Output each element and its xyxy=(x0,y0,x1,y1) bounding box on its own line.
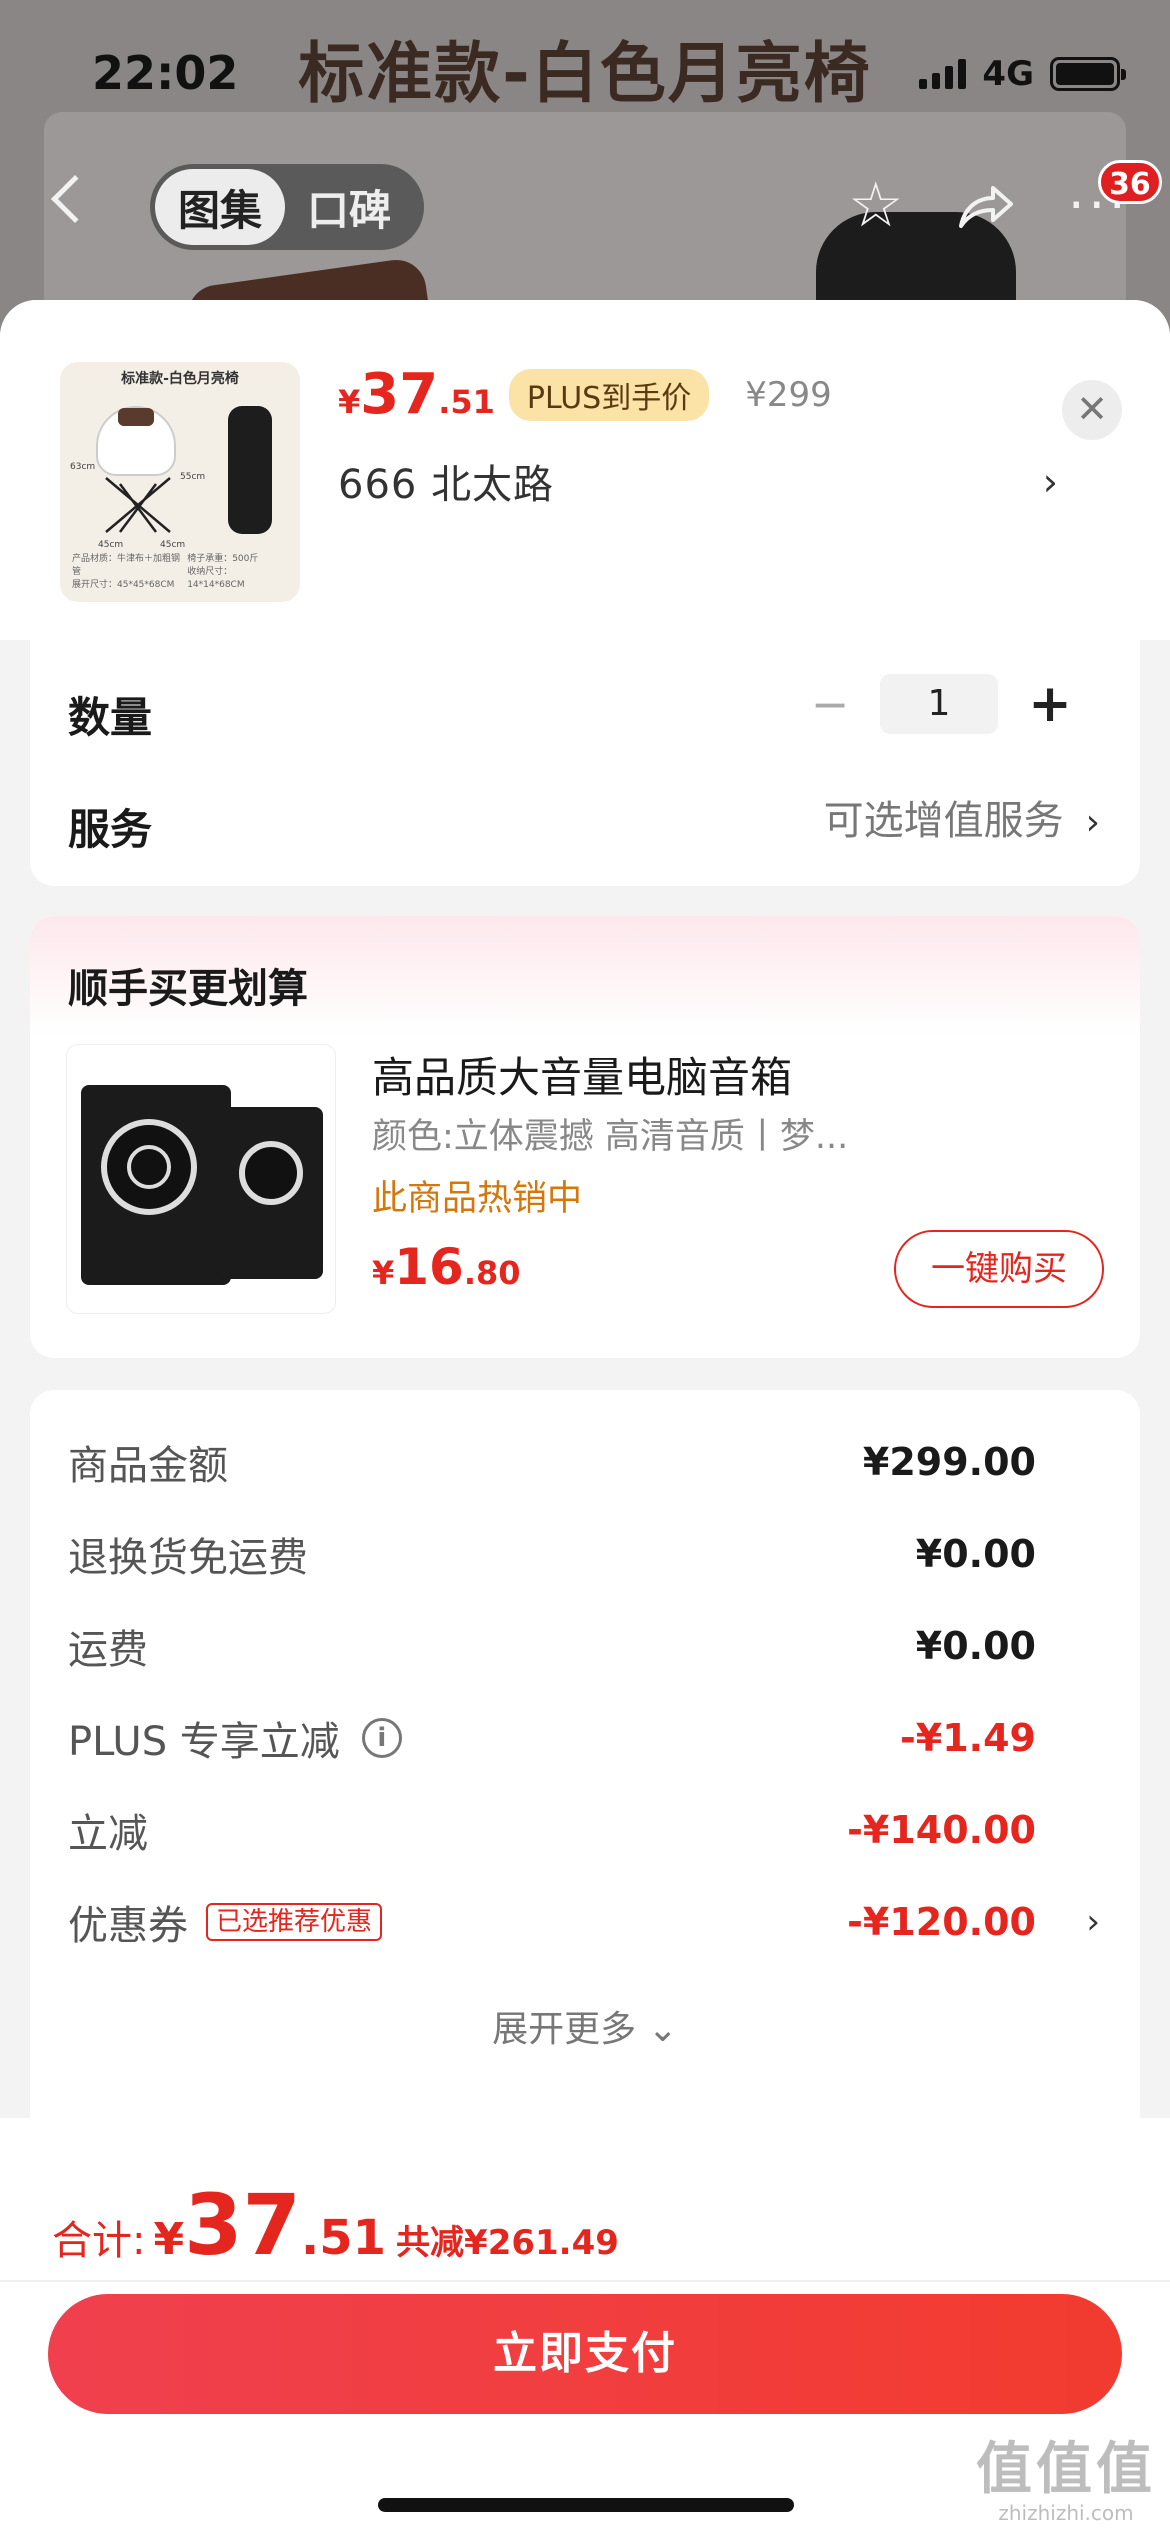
status-bar: 22:02 4G xyxy=(0,40,1170,110)
background-product-page: 标准款-白色月亮椅 22:02 4G 图集 口碑 ☆ ··· 36 xyxy=(0,0,1170,340)
summary-row: 商品金额 ¥299.00 xyxy=(68,1432,1100,1492)
summary-label: 商品金额 xyxy=(68,1443,228,1489)
summary-value: -¥140.00 xyxy=(847,1808,1036,1852)
summary-value: -¥120.00 xyxy=(847,1900,1036,1944)
one-click-buy-button[interactable]: 一键购买 xyxy=(894,1230,1104,1308)
dim-height-a: 63cm xyxy=(70,462,96,472)
chair-legs-image xyxy=(105,477,171,533)
expand-more-label: 展开更多 xyxy=(492,2009,637,2050)
specs-left: 产品材质：牛津布＋加粗钢管 展开尺寸：45*45*68CM xyxy=(72,554,181,590)
summary-row: 立减 -¥140.00 xyxy=(68,1800,1100,1860)
coupon-selected-tag: 已选推荐优惠 xyxy=(206,1903,383,1941)
summary-row: 退换货免运费 ¥0.00 xyxy=(68,1524,1100,1584)
product-price-row: ¥ 37 .51 PLUS到手价 ¥299 xyxy=(338,362,832,427)
thumbnail-title: 标准款-白色月亮椅 xyxy=(121,371,239,387)
recommended-product-name[interactable]: 高品质大音量电脑音箱 xyxy=(372,1044,792,1105)
message-count-badge: 36 xyxy=(1098,160,1162,204)
gallery-tab-switch: 图集 口碑 xyxy=(150,164,424,250)
summary-value: ¥299.00 xyxy=(862,1440,1036,1484)
service-label: 服务 xyxy=(68,805,153,854)
total-symbol: ¥ xyxy=(153,2214,185,2265)
original-price: ¥299 xyxy=(745,374,832,415)
chevron-right-icon: › xyxy=(1086,1902,1100,1942)
price-summary-card: 商品金额 ¥299.00 退换货免运费 ¥0.00 运费 ¥0.00 PLUS … xyxy=(30,1390,1140,2150)
product-thumbnail[interactable]: 标准款-白色月亮椅 63cm 55cm 45cm 45cm 产品材质：牛津布＋加… xyxy=(60,362,300,602)
summary-label: 优惠券 已选推荐优惠 xyxy=(68,1893,383,1951)
signal-icon xyxy=(919,59,967,89)
status-time: 22:02 xyxy=(92,46,239,100)
dim-width-a: 45cm xyxy=(98,540,124,550)
decrease-button[interactable]: − xyxy=(800,677,860,731)
expand-more-button[interactable]: 展开更多 ⌄ xyxy=(30,2000,1140,2052)
summary-row: PLUS 专享立减 i -¥1.49 xyxy=(68,1708,1100,1768)
chevron-right-icon[interactable]: › xyxy=(1043,460,1058,504)
recommended-product-price: ¥ 16 .80 xyxy=(372,1238,521,1296)
summary-label: 退换货免运费 xyxy=(68,1535,308,1581)
summary-label: PLUS 专享立减 i xyxy=(68,1709,402,1767)
storage-bag-thumb xyxy=(228,406,272,534)
quantity-input[interactable]: 1 xyxy=(880,674,998,734)
quantity-stepper: − 1 + xyxy=(800,674,1080,734)
quantity-label: 数量 xyxy=(68,693,153,742)
thumbnail-specs: 产品材质：牛津布＋加粗钢管 展开尺寸：45*45*68CM 椅子承重：500斤 … xyxy=(72,553,288,592)
watermark-url: zhizhizhi.com xyxy=(998,2501,1134,2525)
price-integer: 37 xyxy=(360,362,439,427)
price-decimal: .51 xyxy=(438,383,495,421)
rec-price-symbol: ¥ xyxy=(372,1254,395,1292)
service-selector[interactable]: 可选增值服务 › xyxy=(824,788,1100,846)
hot-selling-label: 此商品热销中 xyxy=(372,1179,583,1219)
plus-price-tag: PLUS到手价 xyxy=(508,368,710,421)
specs-right: 椅子承重：500斤 收纳尺寸：14*14*68CM xyxy=(187,554,259,590)
pay-now-button[interactable]: 立即支付 xyxy=(48,2294,1122,2414)
share-icon[interactable] xyxy=(955,182,1015,232)
divider xyxy=(0,2280,1170,2282)
price-symbol: ¥ xyxy=(338,383,361,421)
total-label: 合计: xyxy=(52,2218,146,2264)
favorite-star-icon[interactable]: ☆ xyxy=(848,174,904,236)
tab-reviews[interactable]: 口碑 xyxy=(285,169,413,245)
battery-icon xyxy=(1050,57,1126,91)
total-integer: 37 xyxy=(184,2176,302,2274)
summary-value: ¥0.00 xyxy=(915,1532,1036,1576)
product-nav-bar: 图集 口碑 ☆ ··· 36 xyxy=(0,160,1170,250)
summary-label: 运费 xyxy=(68,1627,148,1673)
dim-height-b: 55cm xyxy=(180,472,206,482)
product-header: 标准款-白色月亮椅 63cm 55cm 45cm 45cm 产品材质：牛津布＋加… xyxy=(0,300,1170,640)
site-watermark: 值值值 zhizhizhi.com xyxy=(976,2424,1156,2525)
increase-button[interactable]: + xyxy=(1020,674,1080,734)
speaker-product-image[interactable] xyxy=(66,1044,336,1314)
recommendation-title: 顺手买更划算 xyxy=(68,966,308,1012)
total-row: 合计: ¥ 37 .51 共减¥261.49 xyxy=(52,2176,619,2274)
recommended-product-attributes: 颜色:立体震撼 高清音质丨梦... xyxy=(372,1117,849,1157)
network-type: 4G xyxy=(982,54,1034,94)
watermark-logo: 值值值 xyxy=(976,2437,1156,2502)
summary-label: 立减 xyxy=(68,1811,148,1857)
tab-gallery[interactable]: 图集 xyxy=(155,169,285,245)
info-icon[interactable]: i xyxy=(361,1718,402,1758)
total-decimal: .51 xyxy=(301,2210,387,2266)
back-icon[interactable] xyxy=(50,174,100,224)
chevron-down-icon: ⌄ xyxy=(647,2009,678,2050)
summary-value: ¥0.00 xyxy=(915,1624,1036,1668)
chevron-right-icon: › xyxy=(1085,802,1100,843)
quantity-service-card: 数量 − 1 + 服务 可选增值服务 › xyxy=(30,640,1140,886)
home-indicator[interactable] xyxy=(378,2498,794,2512)
plus-discount-label: PLUS 专享立减 xyxy=(68,1719,340,1765)
close-button[interactable]: ✕ xyxy=(1062,380,1122,440)
service-value: 可选增值服务 xyxy=(823,798,1064,844)
coupon-row[interactable]: 优惠券 已选推荐优惠 -¥120.00 › xyxy=(68,1892,1100,1952)
rec-price-integer: 16 xyxy=(394,1238,464,1296)
rec-price-decimal: .80 xyxy=(463,1254,521,1292)
recommendation-card: 顺手买更划算 高品质大音量电脑音箱 颜色:立体震撼 高清音质丨梦... 此商品热… xyxy=(30,916,1140,1358)
chair-pillow-image xyxy=(118,408,154,426)
summary-value: -¥1.49 xyxy=(900,1716,1036,1760)
dim-width-b: 45cm xyxy=(160,540,186,550)
coupon-label: 优惠券 xyxy=(68,1903,188,1949)
delivery-address[interactable]: 666 北太路 xyxy=(338,452,554,510)
total-saved: 共减¥261.49 xyxy=(396,2223,619,2263)
summary-row: 运费 ¥0.00 xyxy=(68,1616,1100,1676)
status-indicators: 4G xyxy=(919,54,1126,94)
